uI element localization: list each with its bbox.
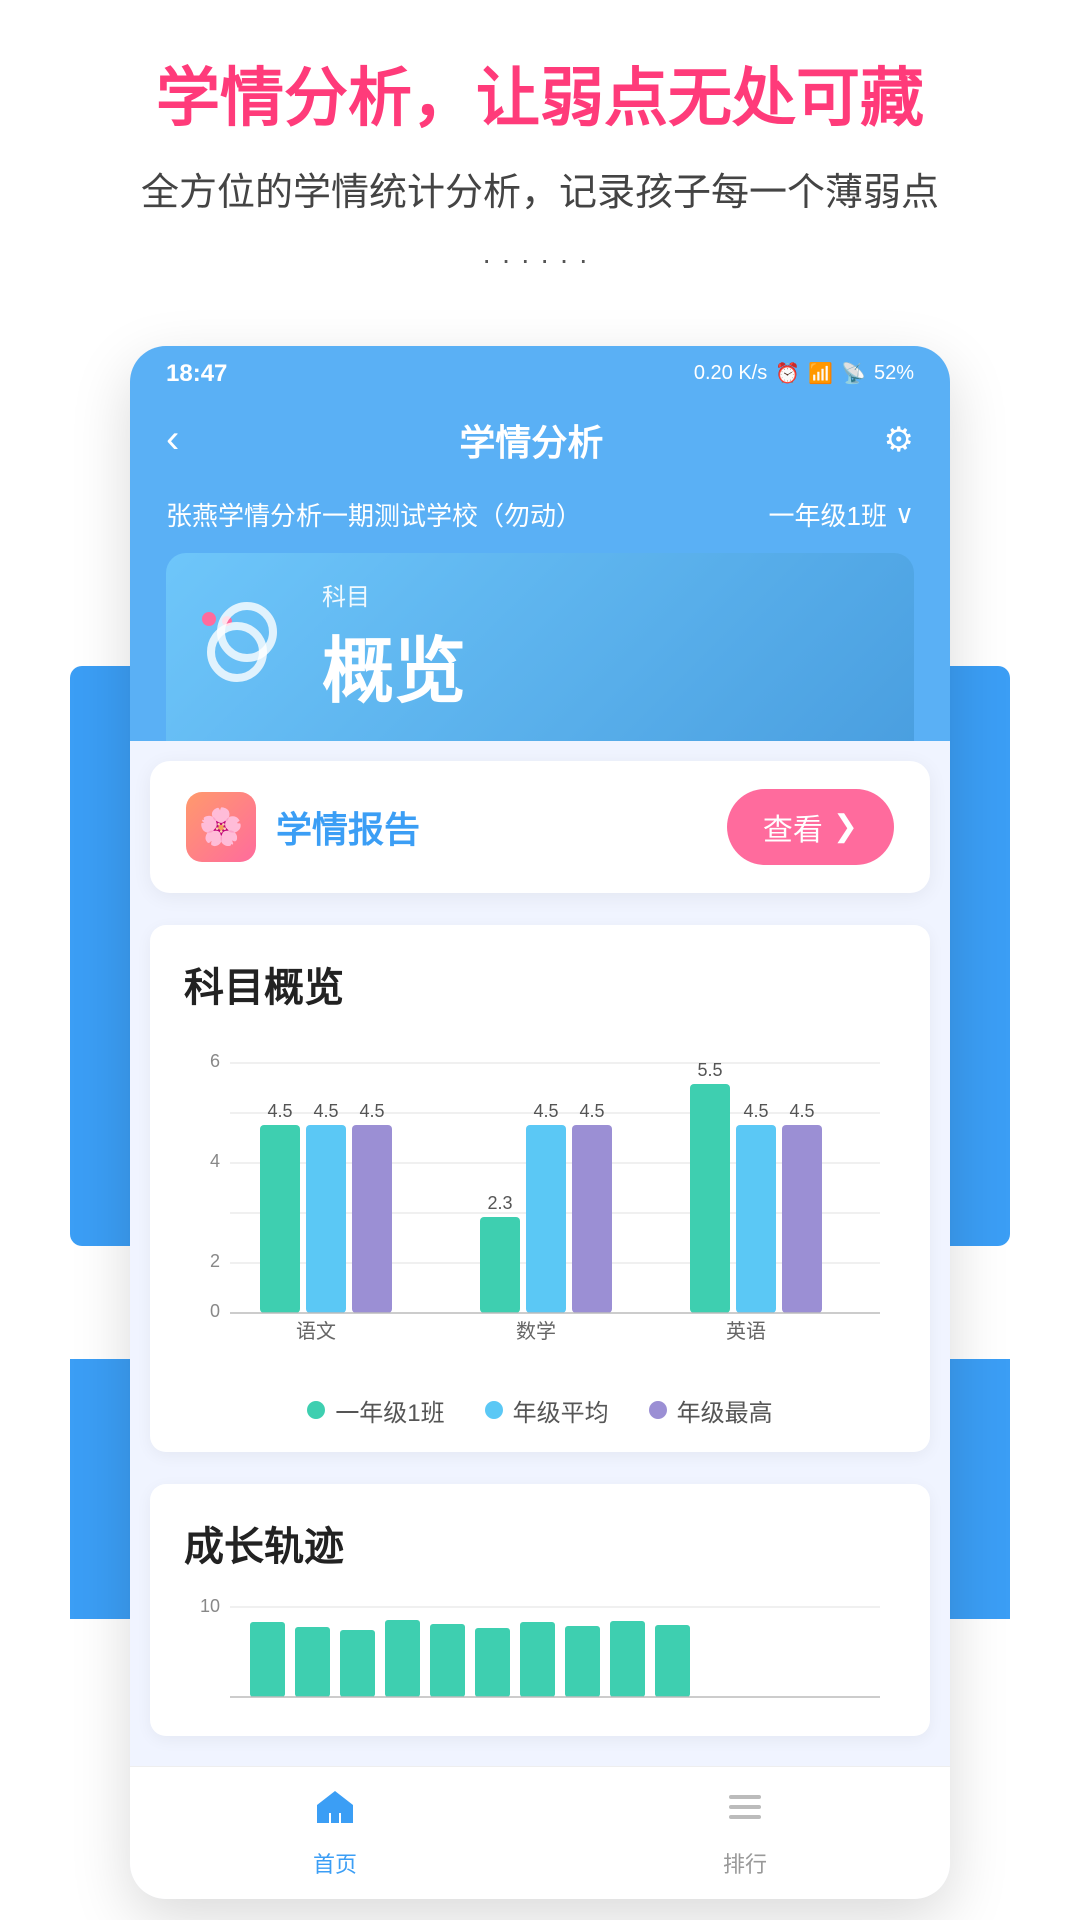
legend-max: 年级最高 [649,1393,773,1428]
bar-chart: 6 4 2 0 4.5 4.5 4.5 [180,1033,900,1373]
report-icon: 🌸 [186,792,256,862]
growth-chart-partial: 10 [180,1592,900,1712]
svg-text:4.5: 4.5 [743,1101,768,1121]
svg-text:10: 10 [200,1596,220,1616]
svg-text:4: 4 [210,1151,220,1171]
chart-section-title: 科目概览 [180,955,900,1013]
report-btn-icon: ❯ [833,809,858,844]
svg-text:英语: 英语 [726,1320,766,1343]
subject-tabs: 科目 概览 [130,553,950,741]
legend-label-avg: 年级平均 [513,1393,609,1428]
dropdown-icon: ∨ [895,499,914,530]
svg-text:4.5: 4.5 [579,1101,604,1121]
report-btn-label: 查看 [763,805,823,849]
bar-yingyu-max [782,1125,822,1313]
svg-text:0: 0 [210,1301,220,1321]
settings-icon[interactable]: ⚙ [884,420,914,460]
phone-frame: 18:47 0.20 K/s ⏰ 📶 📡 52% ‹ 学情分析 ⚙ 张燕学情分析… [130,346,950,1899]
nav-title: 学情分析 [459,414,603,466]
nav-home-label: 首页 [313,1847,357,1879]
legend-dot-avg [485,1401,503,1419]
tab-icon [202,602,292,692]
tab-subject-label: 科目 [322,577,466,612]
growth-section: 成长轨迹 10 [150,1484,930,1736]
bar-yingyu-avg [736,1125,776,1313]
legend-label-max: 年级最高 [677,1393,773,1428]
svg-text:4.5: 4.5 [533,1101,558,1121]
tab-overview-label: 概览 [322,612,466,717]
bar-yuwen-class [260,1125,300,1313]
svg-text:2: 2 [210,1251,220,1271]
bar-yuwen-avg [306,1125,346,1313]
legend-dot-class [307,1401,325,1419]
nav-rank[interactable]: 排行 [723,1785,767,1879]
svg-text:4.5: 4.5 [359,1101,384,1121]
back-button[interactable]: ‹ [166,417,179,462]
svg-text:语文: 语文 [296,1320,336,1343]
promo-section: 学情分析，让弱点无处可藏 全方位的学情统计分析，记录孩子每一个薄弱点 ·····… [0,0,1080,346]
overview-tab[interactable]: 科目 概览 [166,553,914,741]
bar-yuwen-max [352,1125,392,1313]
svg-text:数学: 数学 [516,1320,556,1343]
bottom-nav: 首页 排行 [130,1766,950,1899]
wifi-icon: 📶 [808,361,833,386]
report-card: 🌸 学情报告 查看 ❯ [150,761,930,893]
bar-shuxue-class [480,1217,520,1313]
svg-text:4.5: 4.5 [267,1101,292,1121]
school-name: 张燕学情分析一期测试学校（勿动） [166,496,582,533]
growth-section-title: 成长轨迹 [180,1514,900,1572]
chart-section: 科目概览 6 4 2 0 [150,925,930,1452]
bar-shuxue-max [572,1125,612,1313]
status-time: 18:47 [166,360,227,388]
chart-legend: 一年级1班 年级平均 年级最高 [180,1393,900,1428]
bar-yingyu-class [690,1084,730,1313]
network-speed: 0.20 K/s [694,362,767,385]
legend-dot-max [649,1401,667,1419]
nav-bar: ‹ 学情分析 ⚙ [130,398,950,486]
growth-svg: 10 [180,1592,900,1712]
rank-icon [723,1785,767,1839]
class-selector[interactable]: 一年级1班 ∨ [769,496,915,533]
status-icons: 0.20 K/s ⏰ 📶 📡 52% [694,361,914,386]
svg-text:6: 6 [210,1051,220,1071]
battery-icon: 52% [874,362,914,385]
tab-content: 科目 概览 [322,577,466,717]
pink-dot-1 [202,612,216,626]
report-left: 🌸 学情报告 [186,792,420,862]
svg-text:4.5: 4.5 [313,1101,338,1121]
dots-decoration: ······ [40,244,1040,276]
school-header: 张燕学情分析一期测试学校（勿动） 一年级1班 ∨ [130,486,950,553]
alarm-icon: ⏰ [775,361,800,386]
legend-avg: 年级平均 [485,1393,609,1428]
phone-container: 18:47 0.20 K/s ⏰ 📶 📡 52% ‹ 学情分析 ⚙ 张燕学情分析… [130,346,950,1899]
report-title: 学情报告 [276,801,420,853]
status-bar: 18:47 0.20 K/s ⏰ 📶 📡 52% [130,346,950,398]
legend-class: 一年级1班 [307,1393,444,1428]
report-view-button[interactable]: 查看 ❯ [727,789,894,865]
legend-label-class: 一年级1班 [335,1393,444,1428]
promo-title: 学情分析，让弱点无处可藏 [40,60,1040,137]
signal-icon: 📡 [841,361,866,386]
home-icon [313,1785,357,1839]
nav-home[interactable]: 首页 [313,1785,357,1879]
content-area: 🌸 学情报告 查看 ❯ 科目概览 [130,761,950,1766]
nav-rank-label: 排行 [723,1847,767,1879]
svg-text:4.5: 4.5 [789,1101,814,1121]
chart-svg: 6 4 2 0 4.5 4.5 4.5 [180,1033,900,1373]
promo-subtitle: 全方位的学情统计分析，记录孩子每一个薄弱点 [40,161,1040,216]
svg-text:2.3: 2.3 [487,1193,512,1213]
ring-2 [207,622,267,682]
bar-shuxue-avg [526,1125,566,1313]
class-label: 一年级1班 [769,496,887,533]
svg-text:5.5: 5.5 [697,1060,722,1080]
